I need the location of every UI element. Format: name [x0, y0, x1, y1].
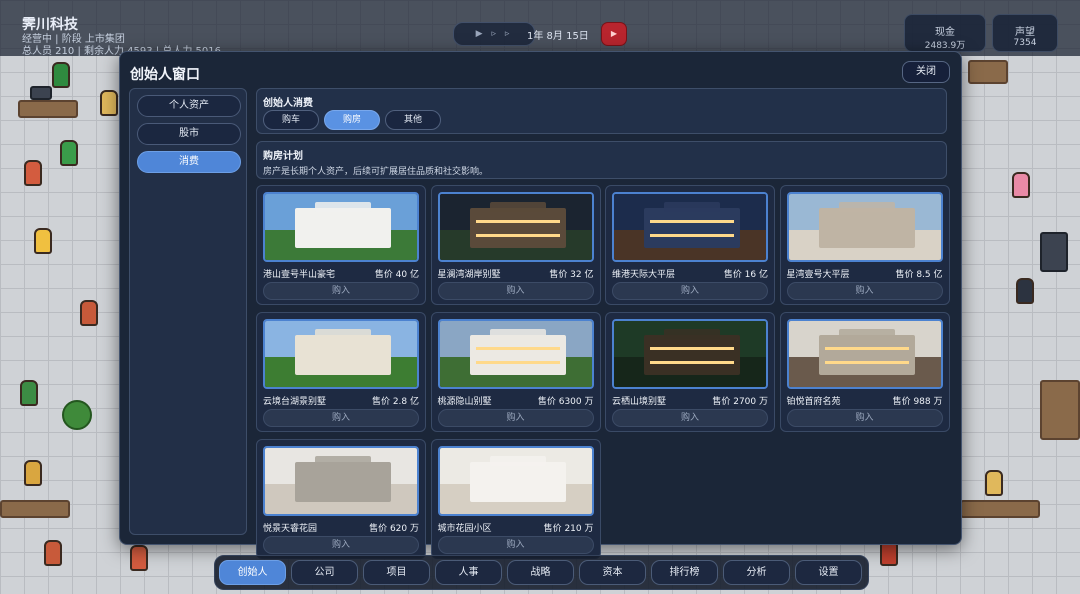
property-price: 售价 16 亿 — [723, 270, 768, 280]
nav-analytics[interactable]: 分析 — [723, 560, 790, 585]
buy-button[interactable]: 购入 — [263, 536, 419, 554]
property-card: 港山壹号半山豪宅 售价 40 亿购入 — [256, 185, 426, 305]
property-card: 云境台湖景别墅 售价 2.8 亿购入 — [256, 312, 426, 432]
nav-company[interactable]: 公司 — [291, 560, 358, 585]
property-image — [263, 192, 419, 262]
fame-label: 声望 — [1015, 27, 1035, 38]
property-image — [786, 192, 943, 262]
tab-other[interactable]: 其他 — [385, 110, 441, 130]
spending-title: 创始人消费 — [263, 98, 313, 109]
sidebar-item-personal-assets[interactable]: 个人资产 — [137, 95, 241, 117]
property-card: 城市花园小区 售价 210 万购入 — [430, 439, 601, 559]
company-status: 经营中 | 阶段 上市集团 — [22, 34, 125, 45]
property-name: 港山壹号半山豪宅 — [263, 270, 336, 280]
property-card: 悦景天睿花园 售价 620 万购入 — [256, 439, 426, 559]
cash-stat: 现金 2483.9万 — [904, 14, 986, 52]
nav-strategy[interactable]: 战略 — [507, 560, 574, 585]
nav-founder[interactable]: 创始人 — [219, 560, 286, 585]
property-name: 星湾壹号大平层 — [786, 270, 850, 280]
tab-buy-house[interactable]: 购房 — [324, 110, 380, 130]
buy-button[interactable]: 购入 — [437, 282, 594, 300]
sidebar-item-spending[interactable]: 消费 — [137, 151, 241, 173]
founder-window: 创始人窗口 关闭 个人资产 股市 消费 创始人消费 购车 购房 其他 购房计划 … — [119, 51, 962, 559]
buy-button[interactable]: 购入 — [263, 409, 419, 427]
nav-leaderboard[interactable]: 排行榜 — [651, 560, 718, 585]
speed-controls[interactable]: ▶ ▹ ▹ — [453, 22, 535, 46]
property-card: 云栖山境别墅 售价 2700 万购入 — [605, 312, 775, 432]
property-name: 云栖山境别墅 — [612, 397, 667, 407]
fame-stat: 声望 7354 — [992, 14, 1058, 52]
property-price: 售价 6300 万 — [537, 397, 594, 407]
property-card: 星澜湾湖岸别墅 售价 32 亿购入 — [430, 185, 601, 305]
nav-personnel[interactable]: 人事 — [435, 560, 502, 585]
property-name: 悦景天睿花园 — [263, 524, 318, 534]
buy-button[interactable]: 购入 — [612, 409, 768, 427]
nav-settings[interactable]: 设置 — [795, 560, 862, 585]
house-plan-panel: 购房计划 房产是长期个人资产，后续可扩展居住品质和社交影响。 — [256, 141, 947, 179]
bottom-nav: 创始人 公司 项目 人事 战略 资本 排行榜 分析 设置 — [214, 555, 869, 590]
cash-value: 2483.9万 — [924, 41, 966, 51]
buy-button[interactable]: 购入 — [263, 282, 419, 300]
property-price: 售价 2700 万 — [712, 397, 768, 407]
property-price: 售价 620 万 — [369, 524, 419, 534]
property-image — [612, 319, 768, 389]
tab-buy-car[interactable]: 购车 — [263, 110, 319, 130]
company-name: 霁川科技 — [22, 17, 78, 33]
property-price: 售价 32 亿 — [549, 270, 594, 280]
plan-title: 购房计划 — [263, 151, 303, 162]
property-name: 星澜湾湖岸别墅 — [437, 270, 501, 280]
fame-value: 7354 — [1013, 38, 1037, 48]
property-card: 铂悦首府名苑 售价 988 万购入 — [779, 312, 950, 432]
property-name: 维港天际大平层 — [612, 270, 676, 280]
property-price: 售价 2.8 亿 — [371, 397, 419, 407]
property-price: 售价 988 万 — [892, 397, 943, 407]
property-price: 售价 40 亿 — [374, 270, 419, 280]
close-button[interactable]: 关闭 — [902, 61, 950, 83]
nav-projects[interactable]: 项目 — [363, 560, 430, 585]
buy-button[interactable]: 购入 — [437, 536, 594, 554]
buy-button[interactable]: 购入 — [437, 409, 594, 427]
spending-panel: 创始人消费 购车 购房 其他 — [256, 88, 947, 134]
property-card: 星湾壹号大平层 售价 8.5 亿购入 — [779, 185, 950, 305]
top-bar: 霁川科技 经营中 | 阶段 上市集团 总人员 210 | 剩余人力 4593 |… — [0, 0, 1080, 57]
property-image — [612, 192, 768, 262]
play-pause-button[interactable]: ▶ — [601, 22, 627, 46]
window-title: 创始人窗口 — [130, 67, 200, 83]
property-name: 云境台湖景别墅 — [263, 397, 327, 407]
property-image — [786, 319, 943, 389]
property-image — [437, 192, 594, 262]
buy-button[interactable]: 购入 — [786, 282, 943, 300]
property-grid: 港山壹号半山豪宅 售价 40 亿购入 星澜湾湖岸别墅 售价 32 亿购入 维港天际大平层… — [256, 185, 950, 559]
property-name: 铂悦首府名苑 — [786, 397, 841, 407]
plan-description: 房产是长期个人资产，后续可扩展居住品质和社交影响。 — [263, 167, 489, 177]
founder-sidebar: 个人资产 股市 消费 — [129, 88, 247, 535]
sidebar-item-stock-market[interactable]: 股市 — [137, 123, 241, 145]
nav-capital[interactable]: 资本 — [579, 560, 646, 585]
cash-label: 现金 — [935, 27, 955, 38]
property-price: 售价 210 万 — [543, 524, 594, 534]
property-image — [263, 319, 419, 389]
game-date: 1年 8月 15日 — [527, 31, 589, 42]
property-image — [437, 319, 594, 389]
property-name: 桃源隐山别墅 — [437, 397, 492, 407]
property-image — [437, 446, 594, 516]
property-price: 售价 8.5 亿 — [895, 270, 943, 280]
property-card: 维港天际大平层 售价 16 亿购入 — [605, 185, 775, 305]
buy-button[interactable]: 购入 — [612, 282, 768, 300]
buy-button[interactable]: 购入 — [786, 409, 943, 427]
property-image — [263, 446, 419, 516]
property-name: 城市花园小区 — [437, 524, 492, 534]
property-card: 桃源隐山别墅 售价 6300 万购入 — [430, 312, 601, 432]
